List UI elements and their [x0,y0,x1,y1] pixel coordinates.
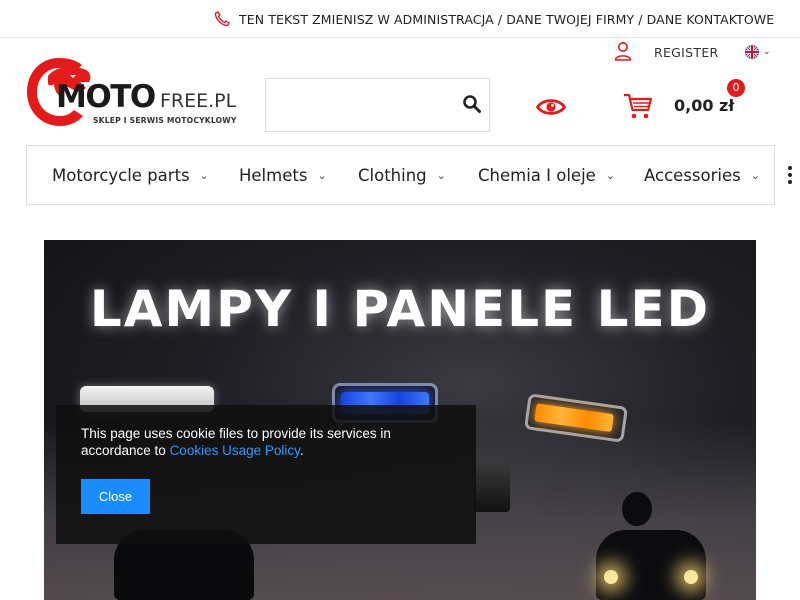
search-icon [463,95,481,113]
nav-item-motorcycle-parts[interactable]: Motorcycle parts ⌄ [52,146,209,204]
atv-headlight-left [604,570,618,584]
logo-tagline: SKLEP I SERWIS MOTOCYKLOWY [93,116,237,125]
cookie-consent-popup: This page uses cookie files to provide i… [56,405,476,544]
atv-headlight-right [684,570,698,584]
cart-icon[interactable] [623,92,653,120]
nav-item-label: Accessories [644,165,741,185]
logo-brand-bold: MOTO [56,79,156,115]
chevron-down-icon: ⌄ [436,168,446,182]
cart-total[interactable]: 0,00 zł [674,96,734,115]
banner-headline: LAMPY I PANELE LED [89,280,711,338]
chevron-down-icon: ⌄ [763,47,771,57]
search-box [265,78,490,132]
main-navigation: Motorcycle parts ⌄ Helmets ⌄ Clothing ⌄ … [26,145,775,205]
atv-rider-silhouette [596,530,706,600]
site-logo[interactable]: MOTO FREE.PL SKLEP I SERWIS MOTOCYKLOWY [26,56,238,128]
nav-item-accessories[interactable]: Accessories ⌄ [644,146,760,204]
contact-info-text: TEN TEKST ZMIENISZ W ADMINISTRACJA / DAN… [239,12,775,27]
nav-item-clothing[interactable]: Clothing ⌄ [358,146,446,204]
cookies-policy-link[interactable]: Cookies Usage Policy [170,443,300,458]
chevron-down-icon: ⌄ [605,168,616,182]
cookie-text-end: . [299,443,304,458]
nav-item-label: Chemia I oleje [478,165,596,185]
atv-rider-helmet [622,492,652,526]
more-vertical-icon[interactable] [788,166,792,184]
nav-item-chemia-i-oleje[interactable]: Chemia I oleje ⌄ [478,146,615,204]
cookie-close-button[interactable]: Close [81,479,150,514]
nav-item-helmets[interactable]: Helmets ⌄ [239,146,327,204]
language-selector[interactable]: ⌄ [745,45,771,59]
register-link[interactable]: REGISTER [654,45,719,60]
chevron-down-icon: ⌄ [199,168,209,182]
uk-flag-icon [745,45,759,59]
led-work-light-image [474,462,510,512]
logo-brand-light: FREE.PL [160,90,237,112]
chevron-down-icon: ⌄ [750,168,760,182]
top-contact-bar: TEN TEKST ZMIENISZ W ADMINISTRACJA / DAN… [0,0,800,38]
cart-count-badge: 0 [727,79,745,97]
search-button[interactable] [461,94,483,116]
nav-item-label: Clothing [358,165,427,185]
chevron-down-icon: ⌄ [317,168,327,182]
cookie-message: This page uses cookie files to provide i… [81,425,461,459]
nav-item-label: Helmets [239,165,308,185]
nav-item-label: Motorcycle parts [52,165,190,185]
eye-icon[interactable] [536,97,566,117]
phone-icon [214,11,230,27]
search-input[interactable] [266,79,456,131]
user-icon[interactable] [614,41,632,61]
